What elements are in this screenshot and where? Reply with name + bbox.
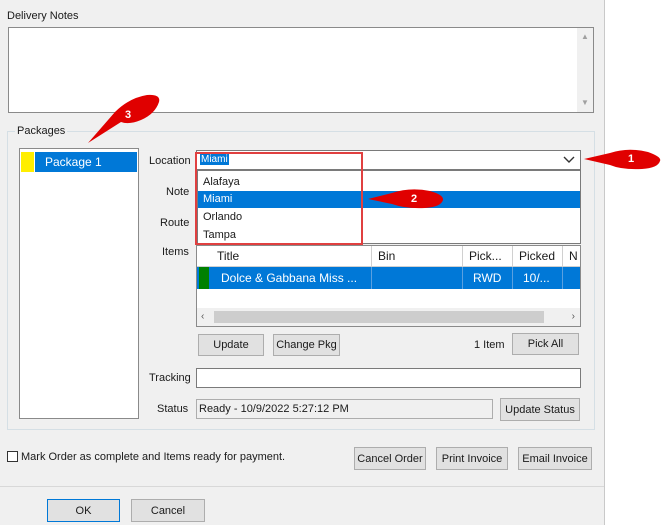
delivery-notes-label: Delivery Notes xyxy=(7,10,79,22)
package-item-label: Package 1 xyxy=(35,152,137,172)
table-row[interactable]: Dolce & Gabbana Miss ... RWD 10/... xyxy=(197,267,580,289)
mark-complete-checkbox[interactable] xyxy=(7,451,18,462)
tracking-input[interactable] xyxy=(196,368,581,388)
delivery-notes-scrollbar[interactable]: ▲ ▼ xyxy=(577,28,593,112)
column-header-bin[interactable]: Bin xyxy=(378,249,395,263)
cancel-button[interactable]: Cancel xyxy=(131,499,205,522)
update-status-button[interactable]: Update Status xyxy=(500,398,580,421)
route-label: Route xyxy=(160,217,190,229)
callout-1-marker xyxy=(584,149,661,170)
item-count-label: 1 Item xyxy=(474,339,505,351)
column-header-title[interactable]: Title xyxy=(217,249,239,263)
scroll-down-icon[interactable]: ▼ xyxy=(581,98,589,107)
ok-button[interactable]: OK xyxy=(47,499,120,522)
column-header-pick[interactable]: Pick... xyxy=(469,249,502,263)
items-grid[interactable]: Title Bin Pick... Picked N Dolce & Gabba… xyxy=(196,245,581,327)
items-grid-header: Title Bin Pick... Picked N xyxy=(197,246,580,267)
scroll-left-icon[interactable]: ‹ xyxy=(201,311,204,322)
change-pkg-button[interactable]: Change Pkg xyxy=(273,334,340,356)
note-label: Note xyxy=(166,186,190,198)
callout-1-number: 1 xyxy=(628,153,635,165)
pick-all-button[interactable]: Pick All xyxy=(512,333,579,355)
packages-list[interactable]: Package 1 xyxy=(19,148,139,419)
column-header-n[interactable]: N xyxy=(569,249,578,263)
column-header-picked[interactable]: Picked xyxy=(519,249,555,263)
mark-complete-label: Mark Order as complete and Items ready f… xyxy=(21,451,286,463)
row-status-indicator xyxy=(199,267,209,289)
status-label: Status xyxy=(157,403,189,415)
print-invoice-button[interactable]: Print Invoice xyxy=(436,447,508,470)
status-value: Ready - 10/9/2022 5:27:12 PM xyxy=(196,399,493,419)
hscroll-thumb[interactable] xyxy=(214,311,544,323)
tracking-label: Tracking xyxy=(149,372,191,384)
footer-divider xyxy=(0,486,604,487)
callout-3-marker xyxy=(88,94,160,143)
packages-label: Packages xyxy=(15,125,68,137)
row-pick: RWD xyxy=(473,271,502,285)
highlight-box xyxy=(195,152,363,245)
items-grid-hscrollbar[interactable]: ‹ › xyxy=(197,308,580,326)
callout-3-number: 3 xyxy=(125,109,132,121)
callout-2-number: 2 xyxy=(411,193,418,205)
row-title: Dolce & Gabbana Miss ... xyxy=(221,271,358,285)
chevron-down-icon[interactable] xyxy=(563,156,575,164)
scroll-right-icon[interactable]: › xyxy=(572,311,575,322)
scroll-up-icon[interactable]: ▲ xyxy=(581,32,589,41)
items-label: Items xyxy=(162,246,189,258)
update-button[interactable]: Update xyxy=(198,334,264,356)
package-color-marker xyxy=(21,152,34,172)
row-picked: 10/... xyxy=(523,271,550,285)
callout-2-marker xyxy=(368,189,444,209)
package-item[interactable]: Package 1 xyxy=(21,152,137,172)
location-label: Location xyxy=(149,155,191,167)
email-invoice-button[interactable]: Email Invoice xyxy=(518,447,592,470)
cancel-order-button[interactable]: Cancel Order xyxy=(354,447,426,470)
